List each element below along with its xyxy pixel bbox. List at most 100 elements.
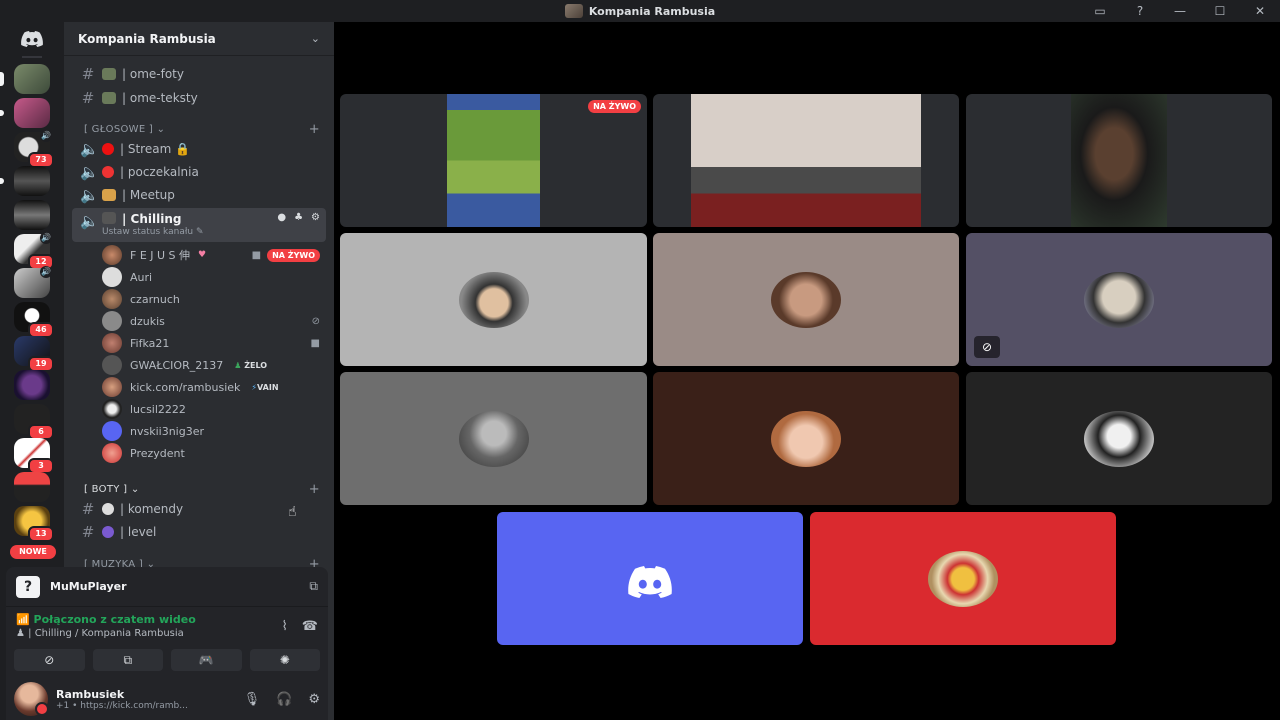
voice-user[interactable]: Prezydent: [102, 442, 320, 464]
set-channel-status[interactable]: Ustaw status kanału ✎: [102, 227, 204, 237]
activities-button[interactable]: 🎮: [171, 649, 242, 671]
channel-emoji-icon: [102, 92, 116, 104]
screen-share-icon[interactable]: ⧉: [309, 579, 318, 594]
server-icon[interactable]: [14, 370, 50, 400]
server-icon[interactable]: 46: [14, 302, 54, 338]
avatar: [102, 399, 122, 419]
chevron-down-icon: ⌄: [130, 483, 140, 495]
server-icon[interactable]: [0, 64, 50, 94]
channel-meetup[interactable]: 🔈 | Meetup: [72, 184, 326, 206]
invite-icon[interactable]: ♣: [294, 212, 303, 223]
inbox-icon[interactable]: ▭: [1080, 4, 1120, 18]
channel-stream[interactable]: 🔈 | Stream 🔒: [72, 138, 326, 160]
add-channel-icon[interactable]: +: [309, 482, 320, 497]
participant-tile[interactable]: [653, 372, 959, 505]
people-emoji-icon: [102, 189, 116, 201]
voice-user[interactable]: nvskii3nig3er: [102, 420, 320, 442]
gear-icon[interactable]: ⚙: [311, 212, 320, 223]
alarm-clock-icon: [102, 166, 114, 178]
server-icon[interactable]: 🔊: [14, 266, 52, 298]
guild-name: Kompania Rambusia: [78, 31, 216, 46]
server-icon[interactable]: [14, 472, 50, 502]
chevron-down-icon: ⌄: [310, 32, 320, 45]
voice-user[interactable]: Fifka21 ■: [102, 332, 320, 354]
avatar: [771, 271, 841, 328]
category-voice[interactable]: [ GŁOSOWE ] ⌄ +: [84, 121, 320, 137]
camera-off-button[interactable]: ⊘: [14, 649, 85, 671]
channel-level[interactable]: # | level: [72, 521, 326, 543]
voice-user[interactable]: lucsil2222: [102, 398, 320, 420]
clan-tag: ♟ ŻELO: [234, 360, 268, 370]
channel-poczekalnia[interactable]: 🔈 | poczekalnia: [72, 161, 326, 183]
speaker-icon: 🔈: [80, 163, 99, 181]
alien-emoji-icon: [102, 526, 114, 538]
voice-user[interactable]: GWAŁCIOR_2137 ♟ ŻELO: [102, 354, 320, 376]
chat-bubble-icon[interactable]: ●: [277, 212, 286, 223]
server-icon[interactable]: 🔊 12: [14, 232, 54, 270]
minimize-button[interactable]: —: [1160, 4, 1200, 18]
channel-ome-teksty[interactable]: # | ome-teksty: [72, 87, 326, 109]
participant-tile[interactable]: [653, 233, 959, 366]
speaker-icon: 🔊: [40, 266, 52, 278]
avatar: [102, 443, 122, 463]
server-icon[interactable]: 3: [14, 438, 54, 474]
maximize-button[interactable]: ☐: [1200, 4, 1240, 18]
server-thumbnail-icon: [564, 4, 583, 18]
home-button[interactable]: [16, 28, 48, 50]
voice-user[interactable]: Auri: [102, 266, 320, 288]
server-icon[interactable]: 6: [14, 404, 54, 440]
voice-user[interactable]: czarnuch: [102, 288, 320, 310]
help-icon[interactable]: ?: [1120, 4, 1160, 18]
title-bar: Kompania Rambusia ▭ ? — ☐ ✕: [0, 0, 1280, 22]
avatar[interactable]: [14, 682, 49, 716]
avatar: [102, 377, 122, 397]
participant-tile[interactable]: [497, 512, 803, 645]
voice-user[interactable]: kick.com/rambusiek ⚡VAIN: [102, 376, 320, 398]
voice-connection: 📶 Połączono z czatem wideo ♟ | Chilling …: [6, 607, 328, 645]
avatar: [102, 333, 122, 353]
channel-ome-foty[interactable]: # | ome-foty: [72, 63, 326, 85]
robot-emoji-icon: [102, 503, 114, 515]
gear-icon[interactable]: ⚙: [308, 692, 320, 707]
new-badge[interactable]: NOWE: [10, 545, 56, 559]
screen-share-button[interactable]: ⧉: [92, 649, 163, 671]
connection-status[interactable]: 📶 Połączono z czatem wideo: [16, 613, 318, 626]
server-icon[interactable]: [0, 98, 50, 128]
server-icon[interactable]: 🔊 73: [14, 130, 54, 168]
close-button[interactable]: ✕: [1240, 4, 1280, 18]
server-icon[interactable]: 13: [14, 506, 54, 542]
stream-tile[interactable]: NA ŻYWO: [340, 94, 647, 227]
add-channel-icon[interactable]: +: [309, 122, 320, 137]
server-icon[interactable]: [14, 200, 50, 230]
participant-tile[interactable]: [810, 512, 1116, 645]
speaker-icon: 🔈: [80, 140, 99, 158]
headphones-icon[interactable]: 🎧: [276, 692, 292, 707]
video-tile[interactable]: [653, 94, 959, 227]
microphone-icon[interactable]: 🎙: [244, 692, 261, 707]
connection-channel[interactable]: ♟ | Chilling / Kompania Rambusia: [16, 628, 318, 639]
avatar: [102, 355, 122, 375]
noise-suppression-icon[interactable]: ⌇: [281, 619, 287, 634]
video-tile[interactable]: [966, 94, 1272, 227]
guild-header[interactable]: Kompania Rambusia ⌄: [64, 22, 334, 56]
mouse-pointer-icon: ☝: [288, 504, 297, 520]
avatar: [1084, 410, 1154, 467]
server-icon[interactable]: 19: [14, 336, 54, 372]
avatar: [102, 245, 122, 265]
soundboard-button[interactable]: ✺: [249, 649, 320, 671]
participant-tile[interactable]: [340, 233, 647, 366]
voice-user[interactable]: dzukis ⊘: [102, 310, 320, 332]
rail-separator: [22, 56, 42, 58]
avatar: [102, 289, 122, 309]
hash-icon: #: [81, 65, 95, 83]
hash-icon: #: [81, 523, 95, 541]
unread-indicator: [0, 178, 4, 184]
participant-tile[interactable]: ⊘: [966, 233, 1272, 366]
participant-tile[interactable]: [340, 372, 647, 505]
chevron-down-icon: ⌄: [156, 123, 166, 135]
voice-user[interactable]: F E J U S 伸 ♥ ■ NA ŻYWO: [102, 244, 320, 266]
disconnect-icon[interactable]: ☎: [302, 619, 318, 634]
participant-tile[interactable]: [966, 372, 1272, 505]
category-bots[interactable]: [ BOTY ] ⌄ +: [84, 481, 320, 497]
server-icon[interactable]: [0, 166, 50, 196]
